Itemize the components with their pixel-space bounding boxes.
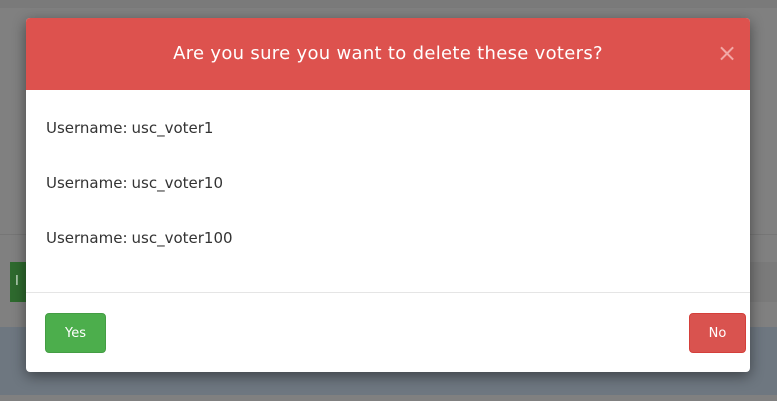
background-top-strip [0,0,777,8]
voter-username-value: usc_voter1 [131,119,214,137]
modal-title: Are you sure you want to delete these vo… [173,43,603,64]
modal-body: Username: usc_voter1 Username: usc_voter10… [26,90,750,292]
close-icon[interactable]: × [714,40,740,66]
voter-username-value: usc_voter100 [131,229,233,247]
voter-username-value: usc_voter10 [131,174,224,192]
yes-button[interactable]: Yes [45,313,106,353]
voter-item: Username: usc_voter10 [46,172,223,194]
background-right-block [748,262,777,302]
no-button[interactable]: No [689,313,746,353]
voter-username-label: Username: [46,119,128,137]
modal-footer: Yes No [26,292,750,372]
voter-username-label: Username: [46,174,128,192]
voter-username-label: Username: [46,229,128,247]
modal-header: Are you sure you want to delete these vo… [26,18,750,90]
delete-voters-modal: Are you sure you want to delete these vo… [26,18,750,372]
voter-item: Username: usc_voter100 [46,227,233,249]
background-partial-button-text: I [15,274,19,289]
voter-item: Username: usc_voter1 [46,117,213,139]
